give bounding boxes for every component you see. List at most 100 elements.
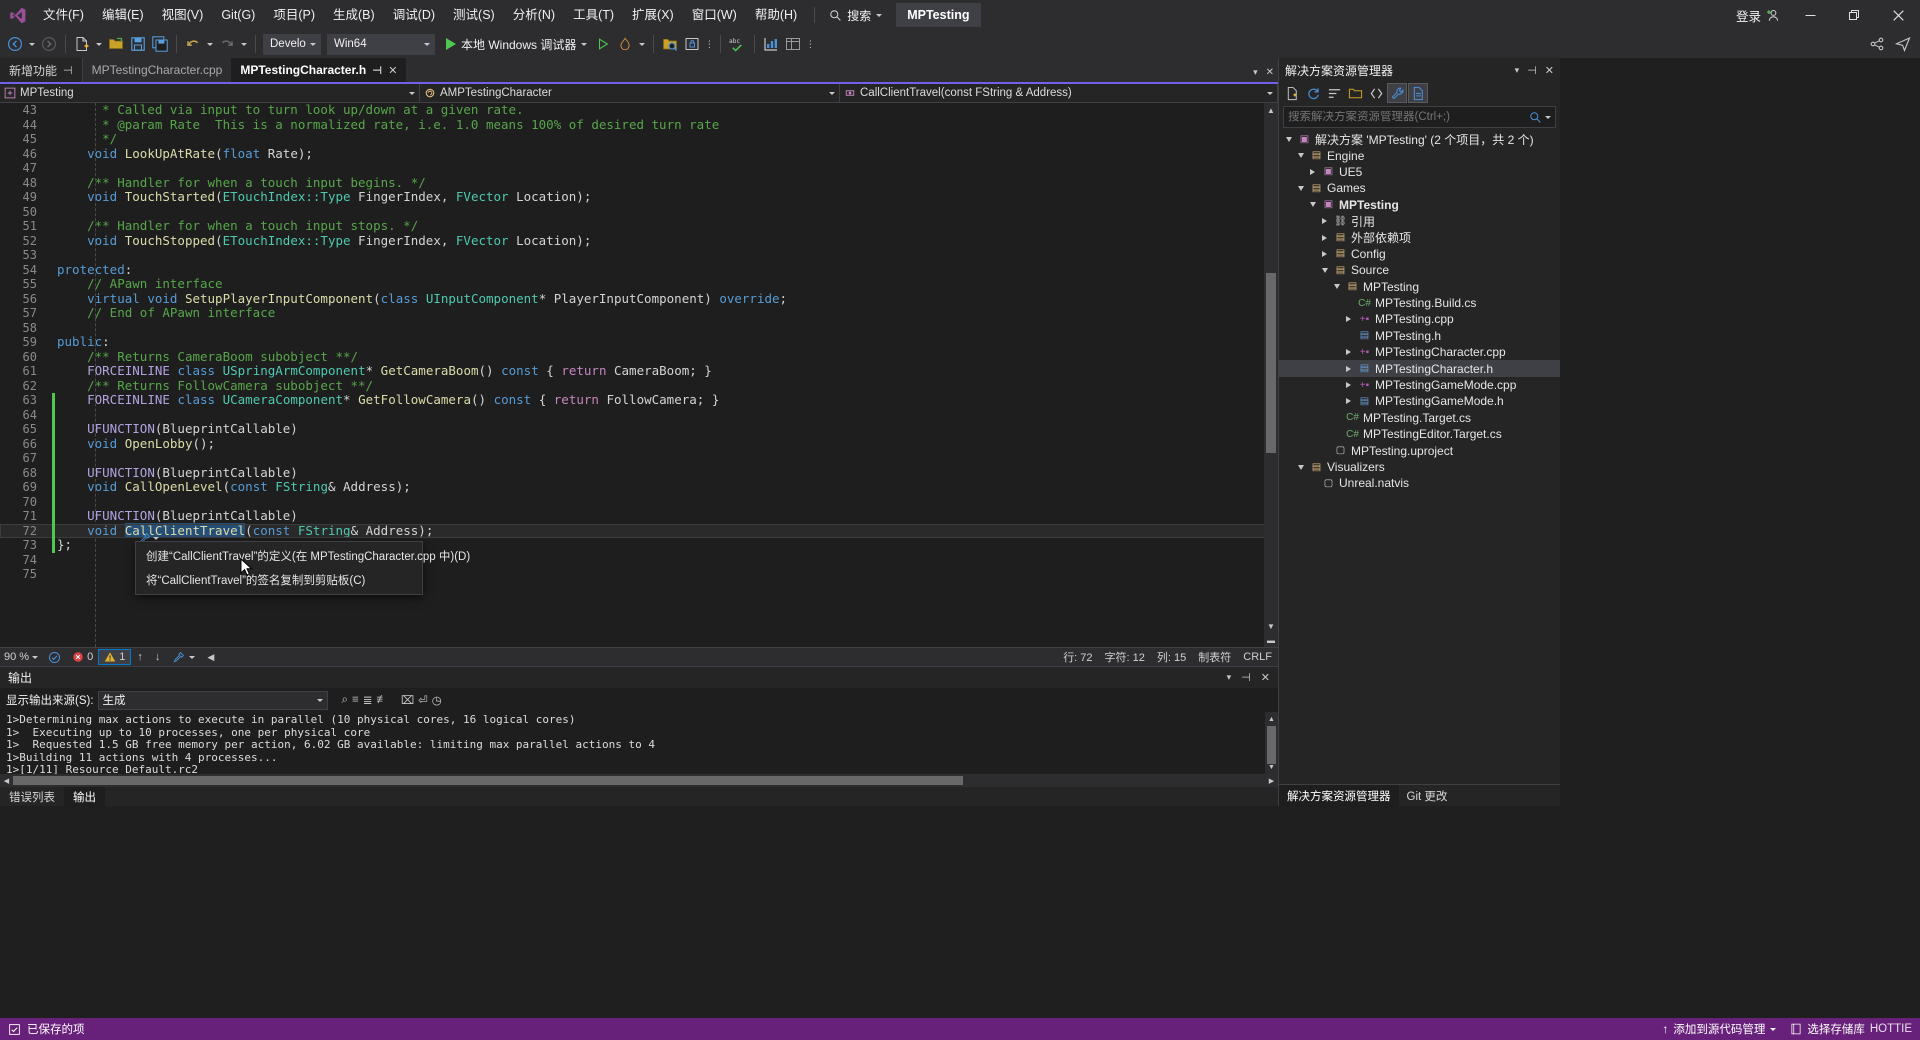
global-search[interactable]: 搜索 <box>823 4 888 26</box>
no-issues-icon-seg[interactable] <box>42 651 67 664</box>
new-dropdown[interactable] <box>93 33 105 55</box>
navigate-backward-button[interactable] <box>4 33 26 55</box>
code-line[interactable]: 71 UFUNCTION(BlueprintCallable) <box>0 508 1278 524</box>
scroll-down-arrow[interactable]: ▼ <box>1265 760 1278 774</box>
code-line[interactable]: 61 FORCEINLINE class USpringArmComponent… <box>0 363 1278 379</box>
redo-dropdown[interactable] <box>238 33 250 55</box>
tree-item-ue5[interactable]: ▣ UE5 <box>1279 164 1560 180</box>
close-icon[interactable]: ✕ <box>388 64 397 77</box>
se-show-all-files-button[interactable] <box>1345 83 1365 103</box>
menu-item-git[interactable]: Git(G) <box>212 0 264 30</box>
tab-list-dropdown-icon[interactable]: ▾ <box>1253 67 1258 78</box>
code-line[interactable]: 62 /** Returns FollowCamera subobject **… <box>0 378 1278 394</box>
tree-item-unreal.natvis[interactable]: ▢ Unreal.natvis <box>1279 475 1560 491</box>
sign-in-button[interactable]: 登录 <box>1728 6 1788 25</box>
hot-reload-button[interactable] <box>614 33 636 55</box>
tree-item-mptesting.cpp[interactable]: +▪ MPTesting.cpp <box>1279 311 1560 327</box>
output-pin-icon[interactable]: ⊣ <box>1241 671 1251 684</box>
code-line[interactable]: 64 <box>0 407 1278 422</box>
bottom-tab-git-changes[interactable]: Git 更改 <box>1399 785 1456 807</box>
code-line[interactable]: 69 void CallOpenLevel(const FString& Add… <box>0 479 1278 495</box>
pin-icon[interactable]: ⊣ <box>63 64 73 77</box>
output-stop-icon[interactable]: ≣ <box>363 693 373 707</box>
solution-explorer-tree[interactable]: ▣ 解决方案 'MPTesting' (2 个项目，共 2 个) ▤ Engine ▣ U… <box>1279 131 1560 784</box>
start-without-debugging-button[interactable] <box>592 33 614 55</box>
minimize-button[interactable] <box>1788 0 1832 30</box>
output-find-icon[interactable]: ⌕ <box>342 694 348 707</box>
feedback-button[interactable] <box>1892 33 1914 55</box>
output-source-combo[interactable]: 生成 <box>97 690 328 710</box>
output-close-icon[interactable]: ✕ <box>1261 671 1270 684</box>
editor-vertical-scrollbar[interactable]: ▲ ▼ ▬ <box>1264 103 1278 647</box>
bottom-tab-error-list[interactable]: 错误列表 <box>0 787 64 807</box>
tree-item-mptestinggamemode.h[interactable]: ▤ MPTestingGameMode.h <box>1279 393 1560 409</box>
code-line[interactable]: 58 <box>0 321 1278 336</box>
tree-item-games[interactable]: ▤ Games <box>1279 180 1560 196</box>
code-line[interactable]: 49 void TouchStarted(ETouchIndex::Type F… <box>0 189 1278 205</box>
expander-down-icon[interactable] <box>1283 136 1294 142</box>
warning-count[interactable]: 1 <box>98 649 132 665</box>
output-wrap-icon[interactable]: ≡ <box>352 694 359 706</box>
tree-item--[interactable]: ⛓ 引用 <box>1279 213 1560 229</box>
expander-right-icon[interactable] <box>1307 168 1318 175</box>
code-line[interactable]: 57 // End of APawn interface <box>0 305 1278 321</box>
chevron-down-icon[interactable] <box>1545 115 1551 119</box>
code-line[interactable]: 47 <box>0 161 1278 176</box>
tree-item-mptesting.h[interactable]: ▤ MPTesting.h <box>1279 328 1560 344</box>
menu-item-file[interactable]: 文件(F) <box>34 0 93 30</box>
collapse-status-button[interactable]: ◀ <box>201 652 220 663</box>
expander-right-icon[interactable] <box>1343 398 1354 405</box>
menu-item-extensions[interactable]: 扩展(X) <box>623 0 683 30</box>
profiler-button[interactable] <box>760 33 782 55</box>
undo-dropdown[interactable] <box>204 33 216 55</box>
zoom-level-combo[interactable]: 90 % <box>0 651 43 663</box>
tree-item-mptestingeditor.target.cs[interactable]: C# MPTestingEditor.Target.cs <box>1279 426 1560 442</box>
redo-button[interactable] <box>216 33 238 55</box>
expander-right-icon[interactable] <box>1319 218 1330 225</box>
layout-window-button[interactable] <box>782 33 804 55</box>
tree-item-mptestingcharacter.h[interactable]: ▤ MPTestingCharacter.h <box>1279 360 1560 377</box>
output-word-wrap-icon[interactable]: ⏎ <box>418 693 428 707</box>
se-collapse-all-button[interactable] <box>1324 83 1344 103</box>
code-line[interactable]: 67 <box>0 451 1278 466</box>
close-button[interactable] <box>1876 0 1920 30</box>
tree-item-mptesting[interactable]: ▣ MPTesting <box>1279 197 1560 213</box>
tree-item-mptesting.uproject[interactable]: ▢ MPTesting.uproject <box>1279 442 1560 458</box>
code-editor[interactable]: 43 * Called via input to turn look up/do… <box>0 103 1278 647</box>
quick-action-create-definition[interactable]: 创建“CallClientTravel”的定义(在 MPTestingChara… <box>136 544 470 568</box>
scroll-up-arrow[interactable]: ▲ <box>1264 103 1278 117</box>
code-line[interactable]: 54 protected: <box>0 262 1278 278</box>
output-scroll-thumb[interactable] <box>1267 726 1276 764</box>
code-line[interactable]: 52 void TouchStopped(ETouchIndex::Type F… <box>0 233 1278 249</box>
output-dropdown-icon[interactable]: ▾ <box>1227 672 1232 683</box>
expander-down-icon[interactable] <box>1307 202 1318 208</box>
configuration-manager-button[interactable] <box>681 33 703 55</box>
tree-item-visualizers[interactable]: ▤ Visualizers <box>1279 459 1560 475</box>
menu-item-window[interactable]: 窗口(W) <box>683 0 746 30</box>
output-goto-icon[interactable]: ≢ <box>376 694 388 706</box>
menu-item-view[interactable]: 视图(V) <box>153 0 213 30</box>
tree-item-mptesting[interactable]: ▤ MPTesting <box>1279 279 1560 295</box>
code-line[interactable]: 55 // APawn interface <box>0 276 1278 292</box>
attach-to-process-button[interactable] <box>659 33 681 55</box>
navbar-project-dropdown[interactable]: MPTesting <box>0 83 420 103</box>
next-issue-button[interactable]: ↓ <box>149 651 167 663</box>
tree-item-mptesting.target.cs[interactable]: C# MPTesting.Target.cs <box>1279 410 1560 426</box>
solution-name-chip[interactable]: MPTesting <box>896 3 981 27</box>
se-new-item-button[interactable] <box>1282 83 1302 103</box>
expander-down-icon[interactable] <box>1319 267 1330 273</box>
code-line[interactable]: 53 <box>0 248 1278 263</box>
quick-actions-menu[interactable]: 创建“CallClientTravel”的定义(在 MPTestingChara… <box>135 541 470 595</box>
close-tab-icon[interactable]: ✕ <box>1266 67 1274 78</box>
se-preview-selected-button[interactable] <box>1408 83 1428 103</box>
spell-check-button[interactable]: abc <box>726 33 749 55</box>
share-button[interactable] <box>1866 33 1888 55</box>
tab-mptestingcharacter-h[interactable]: MPTestingCharacter.h ⊣ ✕ <box>231 58 407 84</box>
expander-down-icon[interactable] <box>1295 185 1306 191</box>
code-line[interactable]: 43 * Called via input to turn look up/do… <box>0 103 1278 118</box>
tree-item-source[interactable]: ▤ Source <box>1279 262 1560 278</box>
code-line[interactable]: 68 UFUNCTION(BlueprintCallable) <box>0 465 1278 480</box>
save-all-button[interactable] <box>149 33 171 55</box>
scroll-left-arrow[interactable]: ◀ <box>0 774 13 787</box>
output-text-area[interactable]: 1>Determining max actions to execute in … <box>0 712 1278 774</box>
